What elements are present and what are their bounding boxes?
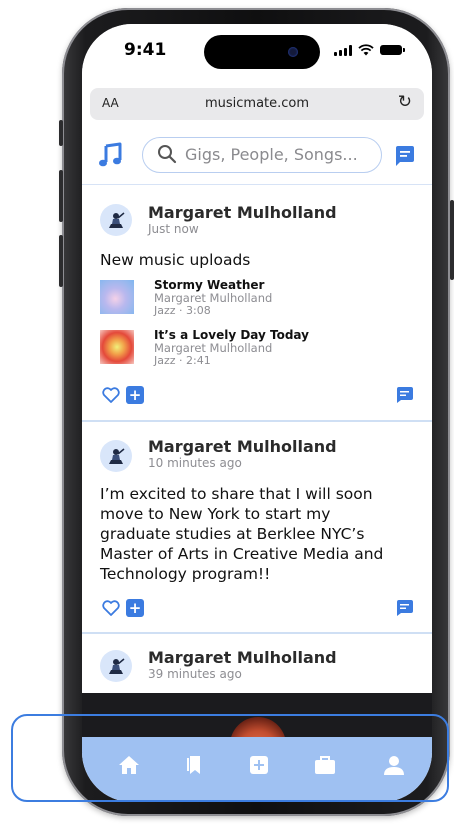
- post-author[interactable]: Margaret Mulholland: [148, 203, 337, 222]
- track-meta: Jazz · 3:08: [154, 304, 211, 317]
- battery-icon: [380, 45, 405, 55]
- app-header: Gigs, People, Songs...: [82, 128, 432, 185]
- post-card: Margaret Mulholland 10 minutes ago I’m e…: [82, 422, 432, 634]
- comment-icon[interactable]: [396, 387, 414, 403]
- post-text-line: I’m excited to share that I will soon: [100, 485, 373, 503]
- message-icon[interactable]: [394, 145, 416, 167]
- camera-icon: [288, 47, 298, 57]
- add-icon[interactable]: +: [126, 599, 144, 617]
- search-icon: [158, 145, 177, 164]
- post-text-line: Master of Arts in Creative Media and: [100, 545, 384, 563]
- track-title[interactable]: It’s a Lovely Day Today: [154, 328, 309, 342]
- volume-up-button: [59, 170, 63, 222]
- heart-icon[interactable]: [102, 600, 120, 616]
- post-text: I’m excited to share that I will soon mo…: [100, 484, 416, 584]
- status-bar: 9:41: [82, 24, 432, 84]
- avatar[interactable]: [100, 440, 132, 472]
- track-item[interactable]: It’s a Lovely Day Today Margaret Mulholl…: [100, 328, 420, 368]
- dynamic-island: [204, 35, 320, 69]
- post-actions: +: [102, 385, 414, 405]
- add-icon[interactable]: +: [126, 386, 144, 404]
- search-input[interactable]: Gigs, People, Songs...: [142, 137, 382, 173]
- track-title[interactable]: Stormy Weather: [154, 278, 264, 292]
- url-text[interactable]: musicmate.com: [90, 96, 424, 111]
- status-time: 9:41: [124, 40, 167, 60]
- post-actions: +: [102, 598, 414, 618]
- post-time: Just now: [148, 222, 199, 236]
- feed: Margaret Mulholland Just now New music u…: [82, 185, 432, 694]
- post-time: 10 minutes ago: [148, 456, 242, 470]
- music-note-icon[interactable]: [98, 142, 124, 168]
- track-meta: Jazz · 2:41: [154, 354, 211, 367]
- search-placeholder: Gigs, People, Songs...: [185, 145, 358, 164]
- avatar[interactable]: [100, 650, 132, 682]
- signal-icon: [334, 44, 352, 56]
- post-card: Margaret Mulholland 39 minutes ago: [82, 634, 432, 694]
- comment-icon[interactable]: [396, 600, 414, 616]
- post-author[interactable]: Margaret Mulholland: [148, 437, 337, 456]
- track-artwork: [100, 280, 134, 314]
- post-card: Margaret Mulholland Just now New music u…: [82, 185, 432, 422]
- phone-screen: 9:41 AA musicmate.com ↻ Gigs, People, So…: [82, 24, 432, 802]
- post-time: 39 minutes ago: [148, 667, 242, 681]
- track-artist: Margaret Mulholland: [154, 291, 273, 305]
- reload-icon[interactable]: ↻: [398, 92, 412, 112]
- post-text: New music uploads: [100, 251, 251, 269]
- address-bar[interactable]: AA musicmate.com ↻: [90, 88, 424, 120]
- tab-bar-highlight: [11, 714, 449, 802]
- avatar[interactable]: [100, 204, 132, 236]
- wifi-icon: [358, 44, 374, 56]
- status-icons: [334, 44, 405, 56]
- heart-icon[interactable]: [102, 387, 120, 403]
- post-text-line: move to New York to start my: [100, 505, 331, 523]
- silent-switch: [59, 120, 63, 146]
- power-button: [450, 200, 454, 280]
- track-artist: Margaret Mulholland: [154, 341, 273, 355]
- post-text-line: Technology program!!: [100, 565, 271, 583]
- post-text-line: graduate studies at Berklee NYC’s: [100, 525, 365, 543]
- track-artwork: [100, 330, 134, 364]
- volume-down-button: [59, 235, 63, 287]
- post-author[interactable]: Margaret Mulholland: [148, 648, 337, 667]
- track-item[interactable]: Stormy Weather Margaret Mulholland Jazz …: [100, 278, 420, 318]
